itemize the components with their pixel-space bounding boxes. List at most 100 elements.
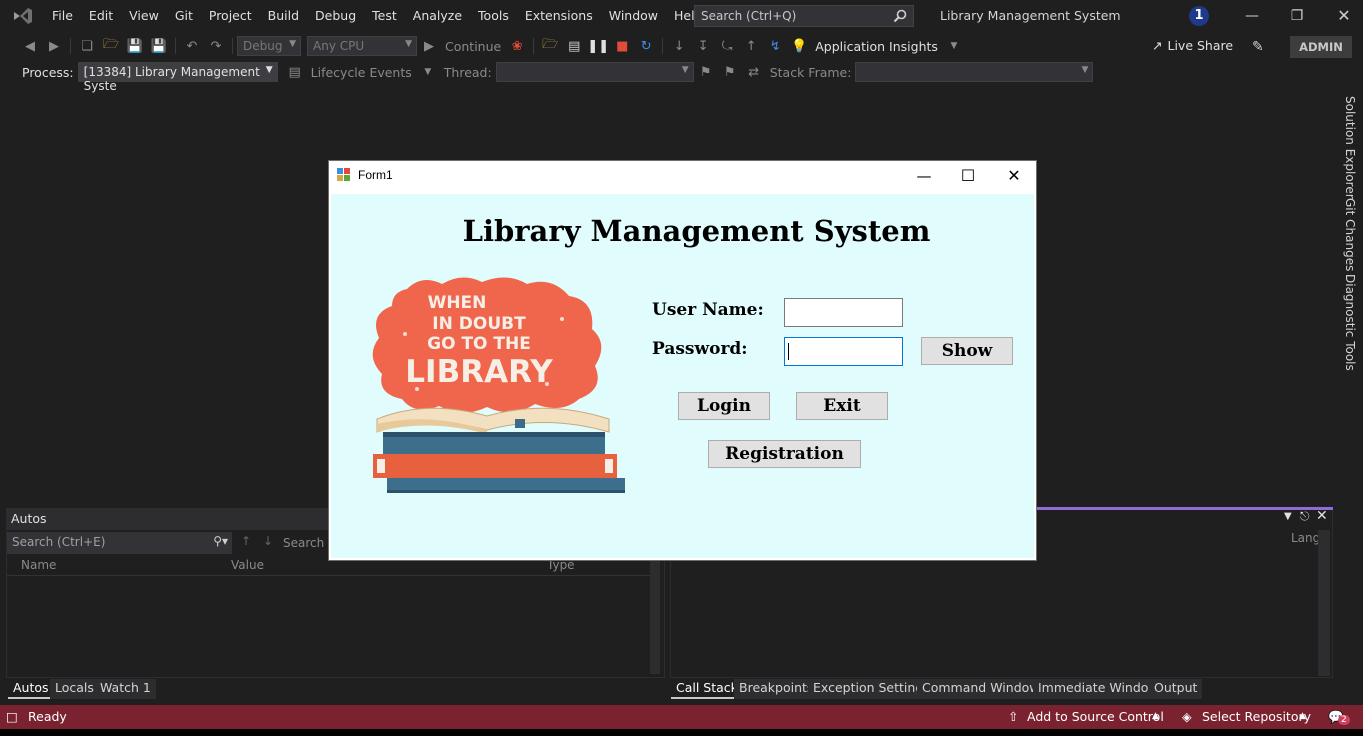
exit-button[interactable]: Exit: [796, 392, 888, 420]
search-input[interactable]: Search (Ctrl+Q): [694, 5, 914, 27]
close-icon[interactable]: ✕: [1334, 6, 1354, 26]
form1-title: Form1: [358, 168, 393, 182]
step-over-curve-icon[interactable]: ⤿: [718, 37, 736, 55]
chevron-down-icon: ▼: [1081, 65, 1089, 75]
lightbulb-icon[interactable]: 💡: [790, 37, 808, 55]
form-close-icon[interactable]: ✕: [1003, 166, 1025, 186]
menu-test[interactable]: Test: [364, 0, 405, 32]
layout-icon[interactable]: ▤: [565, 37, 583, 55]
chevron-down-icon: ▼: [405, 39, 412, 49]
live-share-label: Live Share: [1167, 38, 1234, 53]
step-out-icon[interactable]: ↑: [742, 37, 760, 55]
password-input[interactable]: [784, 337, 903, 366]
chevron-down-icon[interactable]: ▼: [945, 37, 963, 55]
thread-dropdown[interactable]: ▼: [495, 62, 694, 82]
save-icon[interactable]: 💾: [126, 37, 144, 55]
column-name[interactable]: Name: [21, 558, 56, 572]
tab-autos[interactable]: Autos: [8, 679, 54, 699]
username-input[interactable]: [784, 298, 903, 327]
pause-icon[interactable]: ❚❚: [587, 37, 609, 55]
menu-bar: File Edit View Git Project Build Debug T…: [44, 0, 711, 32]
configuration-dropdown[interactable]: Debug ▼: [237, 36, 301, 56]
search-previous-icon[interactable]: ↑: [241, 534, 251, 548]
tab-locals[interactable]: Locals: [50, 679, 99, 699]
show-password-button[interactable]: Show: [921, 337, 1013, 365]
hot-reload-icon[interactable]: ❀: [508, 37, 526, 55]
menu-analyze[interactable]: Analyze: [405, 0, 470, 32]
restore-icon[interactable]: ❐: [1287, 6, 1307, 26]
add-to-source-control-button[interactable]: Add to Source Control: [1027, 709, 1164, 724]
login-button[interactable]: Login: [678, 392, 770, 420]
diagnostics-icon[interactable]: ↯: [766, 37, 784, 55]
step-over-icon[interactable]: ↧: [694, 37, 712, 55]
search-next-icon[interactable]: ↓: [263, 534, 273, 548]
menu-build[interactable]: Build: [260, 0, 307, 32]
continue-button[interactable]: Continue: [445, 39, 501, 54]
forward-icon[interactable]: ▶: [45, 37, 63, 55]
art-line-3: GO TO THE: [427, 334, 531, 354]
panel-options-icon[interactable]: ▼: [1284, 511, 1292, 522]
save-all-icon[interactable]: 💾: [150, 37, 168, 55]
menu-project[interactable]: Project: [201, 0, 260, 32]
menu-git[interactable]: Git: [167, 0, 201, 32]
tab-output[interactable]: Output: [1149, 679, 1203, 699]
undo-icon[interactable]: ↶: [183, 37, 201, 55]
back-icon[interactable]: ◀: [21, 37, 39, 55]
panel-close-icon[interactable]: ✕: [1316, 508, 1328, 524]
tab-exception-settings[interactable]: Exception Settings: [808, 679, 935, 699]
chevron-up-icon[interactable]: ▲: [1152, 711, 1159, 721]
form1-client-area: Library Management System WHEN IN DOUBT …: [331, 194, 1034, 558]
tab-watch-1[interactable]: Watch 1: [95, 679, 156, 699]
new-project-icon[interactable]: ❏: [78, 37, 96, 55]
redo-icon[interactable]: ↷: [207, 37, 225, 55]
flag-icon[interactable]: ⚑: [697, 63, 715, 81]
autos-search-input[interactable]: Search (Ctrl+E) ⚲▾: [7, 532, 232, 554]
live-share-button[interactable]: ↗ Live Share: [1152, 38, 1233, 53]
status-output-icon[interactable]: □: [6, 709, 18, 724]
column-value[interactable]: Value: [231, 558, 264, 572]
menu-extensions[interactable]: Extensions: [517, 0, 601, 32]
menu-edit[interactable]: Edit: [81, 0, 121, 32]
chevron-up-icon[interactable]: ▲: [1299, 711, 1306, 721]
minimize-icon[interactable]: —: [1242, 6, 1262, 26]
application-insights-button[interactable]: Application Insights: [815, 39, 938, 54]
flag-threads-icon[interactable]: ⚑: [721, 63, 739, 81]
menu-file[interactable]: File: [44, 0, 81, 32]
form-minimize-icon[interactable]: —: [913, 166, 935, 186]
feedback-icon[interactable]: ✎: [1252, 39, 1264, 55]
open-folder-icon[interactable]: 🗁: [102, 37, 120, 55]
autos-scrollbar[interactable]: [650, 560, 660, 674]
step-into-icon[interactable]: ↓: [670, 37, 688, 55]
tab-call-stack[interactable]: Call Stack: [671, 679, 743, 699]
menu-view[interactable]: View: [121, 0, 167, 32]
tab-immediate-window[interactable]: Immediate Window: [1033, 679, 1164, 699]
search-placeholder: Search (Ctrl+Q): [701, 9, 797, 23]
share-icon: ↗: [1152, 38, 1163, 53]
pin-icon[interactable]: ⎋: [1300, 509, 1310, 524]
select-repository-button[interactable]: Select Repository: [1202, 709, 1311, 724]
column-language[interactable]: Lang: [1291, 531, 1320, 545]
restart-icon[interactable]: ↻: [637, 37, 655, 55]
chevron-down-icon[interactable]: ▼: [419, 63, 437, 81]
continue-play-icon[interactable]: ▶: [420, 37, 438, 55]
diagnostic-tools-tab[interactable]: Diagnostic Tools: [1341, 274, 1357, 371]
user-account-badge[interactable]: ADMIN: [1290, 36, 1352, 58]
stop-icon[interactable]: ■: [613, 37, 631, 55]
notification-badge[interactable]: 1: [1189, 6, 1209, 26]
platform-dropdown[interactable]: Any CPU ▼: [307, 36, 417, 56]
process-dropdown[interactable]: [13384] Library Management Syste ▼: [77, 62, 278, 93]
registration-button[interactable]: Registration: [708, 440, 861, 468]
tab-command-window[interactable]: Command Window: [917, 679, 1045, 699]
menu-tools[interactable]: Tools: [470, 0, 517, 32]
tab-breakpoints[interactable]: Breakpoints: [734, 679, 819, 699]
form-maximize-icon[interactable]: ☐: [957, 166, 979, 186]
call-stack-scrollbar[interactable]: [1318, 530, 1330, 676]
menu-debug[interactable]: Debug: [307, 0, 364, 32]
stack-frame-dropdown[interactable]: ▼: [855, 62, 1094, 82]
browse-folder-icon[interactable]: 🗁: [541, 37, 559, 55]
git-changes-tab[interactable]: Git Changes: [1341, 198, 1357, 271]
lifecycle-events-dropdown[interactable]: Lifecycle Events: [311, 65, 412, 80]
stack-frame-icon: ⇄: [748, 64, 760, 80]
solution-explorer-tab[interactable]: Solution Explorer: [1341, 96, 1357, 199]
menu-window[interactable]: Window: [601, 0, 666, 32]
